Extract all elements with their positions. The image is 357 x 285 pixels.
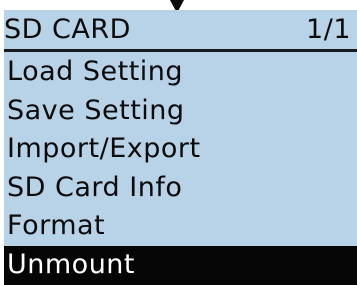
header-divider [4,49,357,52]
sd-card-menu-list: Load Setting Save Setting Import/Export … [4,53,357,285]
page-title: SD CARD [4,14,131,45]
page-indicator: 1/1 [306,14,351,45]
menu-item-import-export[interactable]: Import/Export [4,130,357,169]
menu-item-sd-card-info[interactable]: SD Card Info [4,169,357,208]
menu-item-unmount[interactable]: Unmount [4,245,357,285]
menu-item-format[interactable]: Format [4,207,357,246]
menu-header: SD CARD 1/1 [4,12,353,48]
menu-item-load-setting[interactable]: Load Setting [4,53,357,92]
sd-card-menu-screen: SD CARD 1/1 Load Setting Save Setting Im… [0,0,357,285]
menu-item-save-setting[interactable]: Save Setting [4,92,357,131]
